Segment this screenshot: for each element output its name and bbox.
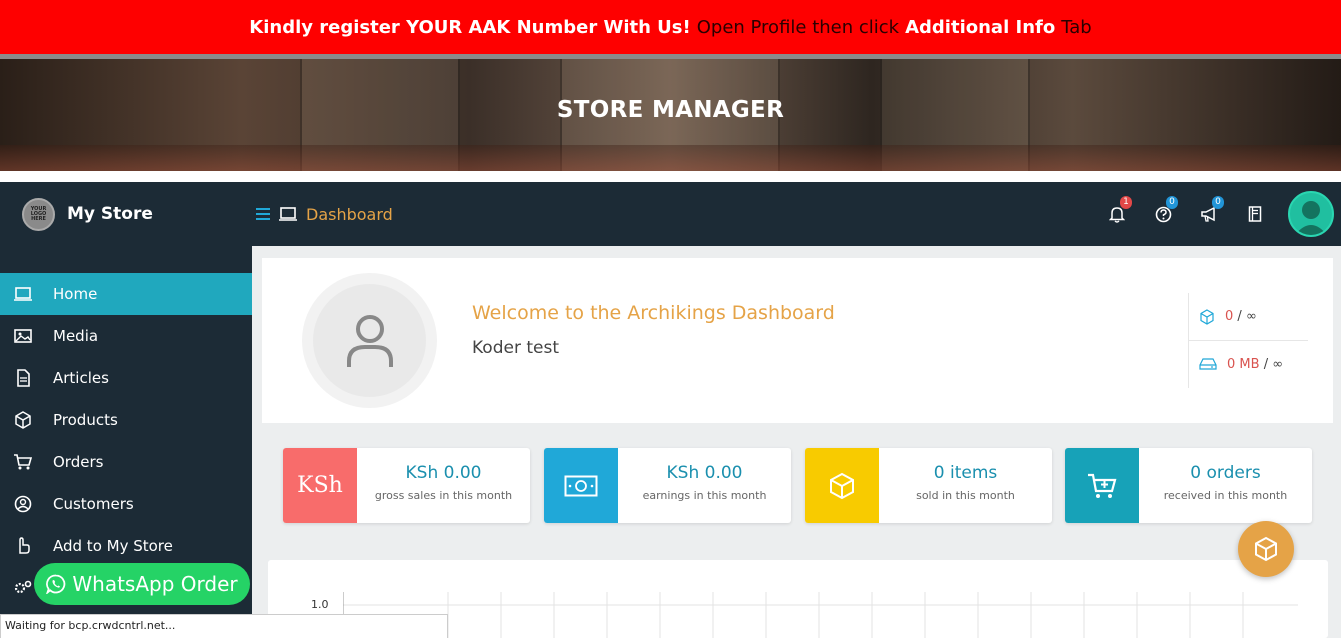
sidebar-item-media[interactable]: Media xyxy=(0,315,252,357)
laptop-icon xyxy=(14,287,32,301)
cart-icon xyxy=(14,454,33,470)
announcements-button[interactable]: 0 xyxy=(1186,182,1232,246)
cube-icon xyxy=(1255,536,1277,562)
stat-label: gross sales in this month xyxy=(374,489,513,502)
welcome-card: Welcome to the Archikings Dashboard Kode… xyxy=(262,258,1333,423)
stat-earnings[interactable]: KSh 0.00 earnings in this month xyxy=(544,448,791,523)
sidebar-item-products[interactable]: Products xyxy=(0,399,252,441)
welcome-title: Welcome to the Archikings Dashboard xyxy=(472,302,835,324)
money-bill-icon xyxy=(544,448,618,523)
notifications-badge: 1 xyxy=(1120,196,1132,209)
store-name: My Store xyxy=(67,204,153,224)
top-icons: 1 0 0 xyxy=(1094,182,1341,246)
sidebar-item-label: Products xyxy=(53,411,118,429)
cart-plus-icon xyxy=(1065,448,1139,523)
hard-drive-icon xyxy=(1199,358,1217,370)
profile-picture[interactable] xyxy=(302,273,437,408)
stat-label: earnings in this month xyxy=(642,489,767,502)
help-badge: 0 xyxy=(1166,196,1178,209)
user-icon xyxy=(346,314,393,367)
cube-icon xyxy=(805,448,879,523)
chart-y-tick: 1.0 xyxy=(311,598,329,611)
sidebar-item-label: Customers xyxy=(53,495,134,513)
brand[interactable]: YOUR LOGO HERE My Store xyxy=(0,182,252,246)
cube-icon xyxy=(15,411,31,429)
sidebar-item-articles[interactable]: Articles xyxy=(0,357,252,399)
user-silhouette-icon xyxy=(1295,201,1327,235)
space-limit-value: ∞ xyxy=(1272,356,1284,372)
whatsapp-order-button[interactable]: WhatsApp Order xyxy=(34,563,250,605)
notice-text-2: Open Profile then click xyxy=(696,16,900,38)
cube-icon xyxy=(1200,308,1214,325)
stat-value: 0 items xyxy=(933,463,998,483)
hand-pointer-icon xyxy=(19,537,30,554)
notifications-button[interactable]: 1 xyxy=(1094,182,1140,246)
sidebar-item-label: Add to My Store xyxy=(53,537,173,555)
user-avatar[interactable] xyxy=(1288,191,1334,237)
floating-cube-button[interactable] xyxy=(1238,521,1294,577)
notice-text-4: Tab xyxy=(1061,16,1092,38)
store-limits: 0 / ∞ 0 MB / ∞ xyxy=(1188,293,1308,388)
top-navbar: Dashboard 1 0 0 xyxy=(252,182,1341,246)
stat-gross-sales[interactable]: KSh KSh 0.00 gross sales in this month xyxy=(283,448,530,523)
laptop-icon xyxy=(279,207,297,221)
sidebar-item-customers[interactable]: Customers xyxy=(0,483,252,525)
hamburger-menu-icon[interactable] xyxy=(256,207,270,221)
image-icon xyxy=(14,329,32,343)
space-used: 0 MB xyxy=(1227,356,1260,372)
sidebar-item-add-to-my-store[interactable]: Add to My Store xyxy=(0,525,252,567)
notice-bar: Kindly register YOUR AAK Number With Us!… xyxy=(0,0,1341,54)
notice-text-1: Kindly register YOUR AAK Number With Us! xyxy=(249,16,691,38)
announcements-badge: 0 xyxy=(1212,196,1224,209)
sidebar-item-label: Home xyxy=(53,285,98,303)
sidebar-item-label: Media xyxy=(53,327,99,345)
whatsapp-label: WhatsApp Order xyxy=(72,572,238,596)
knowledgebase-button[interactable] xyxy=(1232,182,1278,246)
store-logo: YOUR LOGO HERE xyxy=(22,197,55,231)
stat-label: received in this month xyxy=(1163,489,1288,502)
stat-value: KSh 0.00 xyxy=(405,463,482,483)
welcome-username: Koder test xyxy=(472,338,559,358)
sidebar-item-label: Orders xyxy=(53,453,104,471)
space-limit: 0 MB / ∞ xyxy=(1189,340,1308,387)
breadcrumb-current[interactable]: Dashboard xyxy=(306,205,393,224)
whatsapp-icon xyxy=(46,574,66,594)
breadcrumb: Dashboard xyxy=(256,205,393,224)
stat-value: KSh 0.00 xyxy=(666,463,743,483)
stat-value: 0 orders xyxy=(1190,463,1261,483)
chart-grid xyxy=(343,592,1298,638)
stat-orders-received[interactable]: 0 orders received in this month xyxy=(1065,448,1312,523)
product-limit: 0 / ∞ xyxy=(1189,293,1308,340)
currency-icon: KSh xyxy=(283,448,357,523)
user-circle-icon xyxy=(14,495,32,513)
sidebar-item-label: Articles xyxy=(53,369,109,387)
products-used: 0 xyxy=(1225,309,1234,324)
products-limit: ∞ xyxy=(1245,309,1257,324)
notice-text-3: Additional Info xyxy=(905,16,1056,38)
book-icon xyxy=(1248,206,1262,222)
stat-label: sold in this month xyxy=(916,489,1015,502)
file-text-icon xyxy=(17,369,30,387)
cogs-icon xyxy=(14,580,32,594)
sidebar-item-home[interactable]: Home xyxy=(0,273,252,315)
sidebar-item-orders[interactable]: Orders xyxy=(0,441,252,483)
banner-title: STORE MANAGER xyxy=(556,97,785,123)
header-banner: STORE MANAGER xyxy=(0,59,1341,171)
stat-items-sold[interactable]: 0 items sold in this month xyxy=(805,448,1052,523)
browser-status-bar: Waiting for bcp.crwdcntrl.net... xyxy=(0,614,448,638)
help-button[interactable]: 0 xyxy=(1140,182,1186,246)
